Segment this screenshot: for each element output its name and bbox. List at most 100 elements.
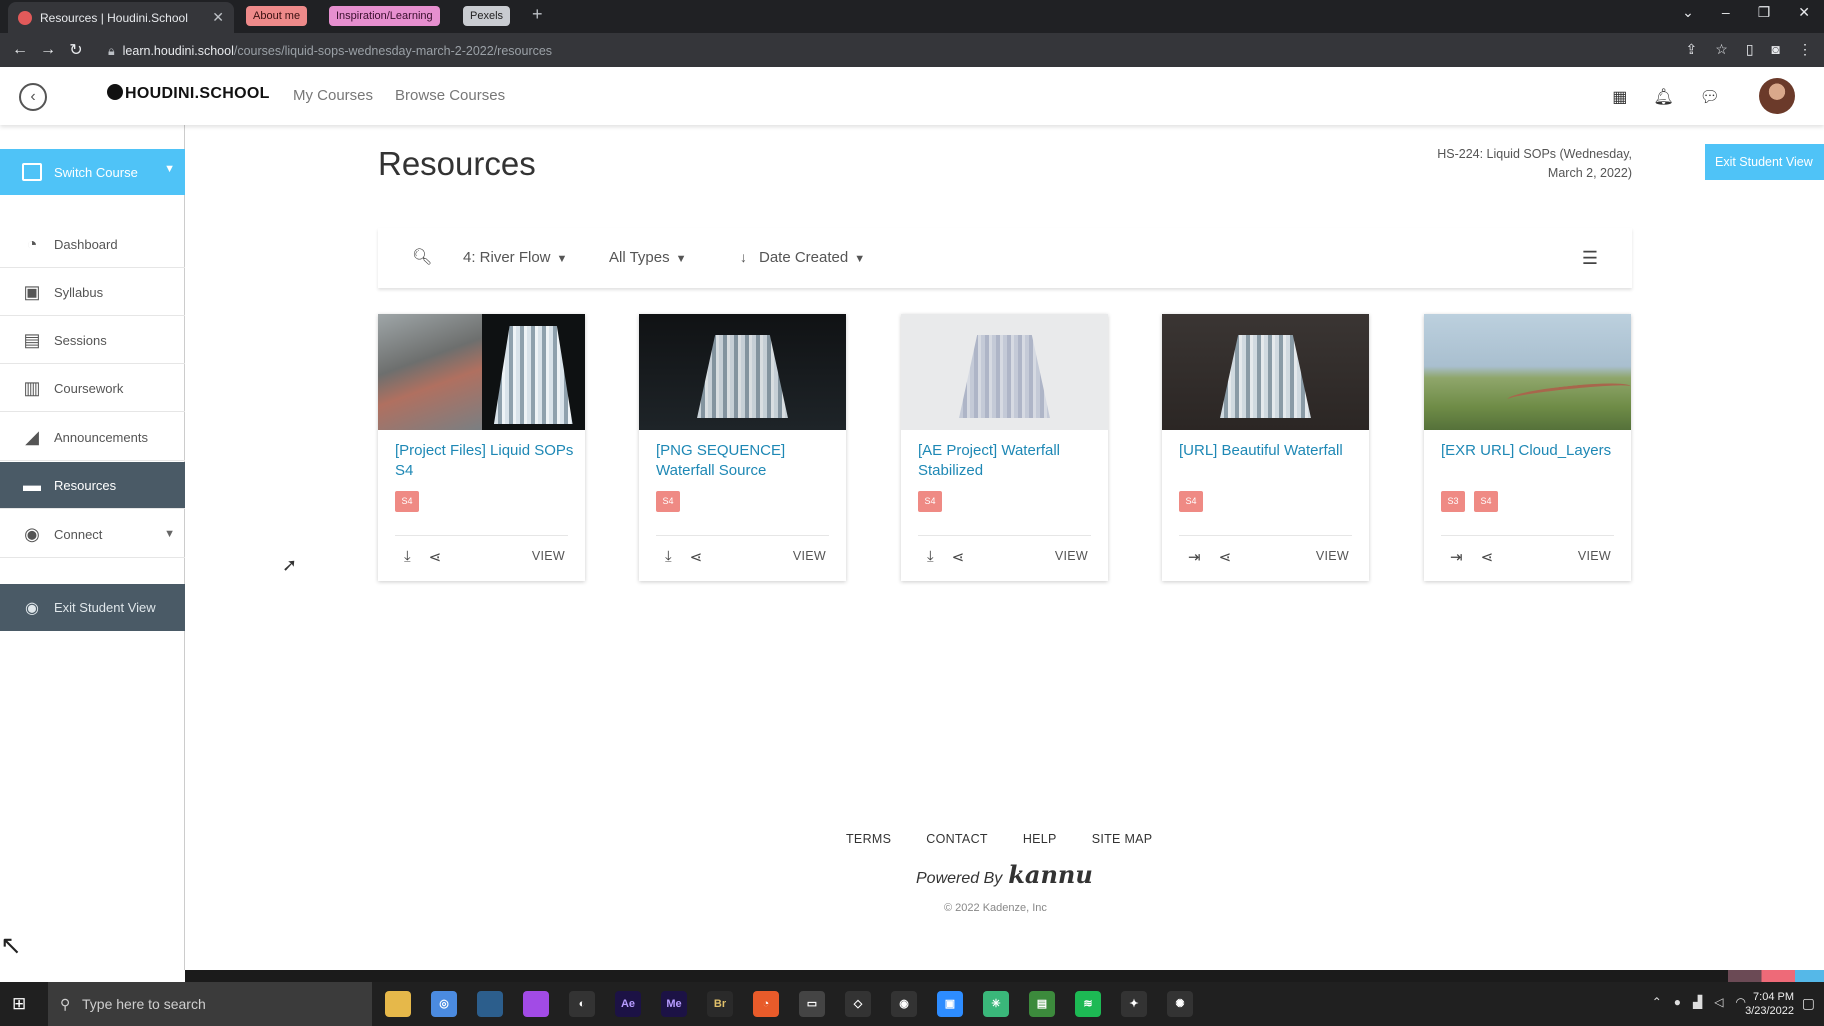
footer-link-help[interactable]: HELP xyxy=(1023,832,1057,846)
media-encoder-icon[interactable]: Me xyxy=(661,991,687,1017)
monitor-icon[interactable]: ▭ xyxy=(799,991,825,1017)
after-effects-icon[interactable]: Ae xyxy=(615,991,641,1017)
tab-search-icon[interactable]: ⌄ xyxy=(1682,4,1694,21)
forward-arrow-icon[interactable]: → xyxy=(34,41,62,59)
sort-filter[interactable]: ↓ Date Created ▼ xyxy=(740,249,865,266)
back-circle-icon[interactable]: ‹ xyxy=(19,83,47,111)
browser-menu-icon[interactable]: ⋮ xyxy=(1798,41,1812,58)
extension-icon[interactable]: ◙ xyxy=(1772,41,1780,58)
view-button[interactable]: VIEW xyxy=(1055,549,1088,563)
river-flow-filter[interactable]: 4: River Flow ▼ xyxy=(463,249,567,266)
footer-link-sitemap[interactable]: SITE MAP xyxy=(1092,832,1153,846)
nav-browse-courses[interactable]: Browse Courses xyxy=(395,87,505,104)
open-link-icon[interactable]: ⇥ xyxy=(1188,548,1201,566)
types-filter[interactable]: All Types ▼ xyxy=(609,249,686,266)
sidebar-item-sessions[interactable]: ▤ Sessions xyxy=(0,317,185,364)
minimize-icon[interactable]: – xyxy=(1722,4,1730,21)
zoom-icon[interactable]: ▣ xyxy=(937,991,963,1017)
resource-title[interactable]: [AE Project] Waterfall Stabilized xyxy=(918,441,1098,481)
share-icon[interactable]: ⋖ xyxy=(1481,548,1494,566)
tray-chevron-icon[interactable]: ⌃ xyxy=(1652,995,1662,1009)
resource-card[interactable]: [PNG SEQUENCE] Waterfall Source S4 ⤓ ⋖ V… xyxy=(639,314,846,581)
affinity-icon[interactable] xyxy=(523,991,549,1017)
share-icon[interactable]: ⋖ xyxy=(952,548,965,566)
download-icon[interactable]: ⤓ xyxy=(665,548,672,566)
resource-card[interactable]: [Project Files] Liquid SOPs S4 S4 ⤓ ⋖ VI… xyxy=(378,314,585,581)
notifications-icon[interactable]: ▢ xyxy=(1802,995,1815,1012)
davinci-icon[interactable]: ◐ xyxy=(569,991,595,1017)
view-button[interactable]: VIEW xyxy=(532,549,565,563)
spotify-icon[interactable]: ≋ xyxy=(1075,991,1101,1017)
resource-card[interactable]: [URL] Beautiful Waterfall S4 ⇥ ⋖ VIEW xyxy=(1162,314,1369,581)
view-button[interactable]: VIEW xyxy=(1578,549,1611,563)
sidebar-item-dashboard[interactable]: ◔ Dashboard xyxy=(0,221,185,268)
taskbar-search[interactable]: ⚲ Type here to search xyxy=(48,982,372,1026)
sidebar-item-coursework[interactable]: ▥ Coursework xyxy=(0,365,185,412)
resource-title[interactable]: [EXR URL] Cloud_Layers xyxy=(1441,441,1621,461)
houdini-icon[interactable]: ◔ xyxy=(753,991,779,1017)
bookmark-star-icon[interactable]: ☆ xyxy=(1715,41,1728,58)
footer-link-contact[interactable]: CONTACT xyxy=(926,832,988,846)
exit-student-view-sidebar-button[interactable]: ◉ Exit Student View xyxy=(0,584,185,631)
search-icon[interactable]: 🔍︎ xyxy=(412,247,432,267)
browser-tab-resources[interactable]: Resources | Houdini.School ✕ xyxy=(8,2,234,33)
calendar-icon[interactable]: ▦ xyxy=(1612,87,1627,107)
exit-student-view-button[interactable]: Exit Student View xyxy=(1705,144,1824,180)
notepad-icon[interactable]: ▤ xyxy=(1029,991,1055,1017)
url-field[interactable]: 🔒︎ learn.houdini.school/courses/liquid-so… xyxy=(108,40,1648,62)
restore-icon[interactable]: ❐ xyxy=(1758,4,1771,21)
share-icon[interactable]: ⋖ xyxy=(429,548,442,566)
nav-my-courses[interactable]: My Courses xyxy=(293,87,373,104)
bridge-icon[interactable]: Br xyxy=(707,991,733,1017)
app-icon[interactable] xyxy=(477,991,503,1017)
share-icon[interactable]: ⋖ xyxy=(1219,548,1232,566)
microphone-icon[interactable]: ● xyxy=(1674,995,1681,1009)
network-icon[interactable]: ▟ xyxy=(1693,995,1702,1009)
open-link-icon[interactable]: ⇥ xyxy=(1450,548,1463,566)
share-page-icon[interactable]: ⇪ xyxy=(1686,41,1698,58)
resource-thumbnail[interactable] xyxy=(1424,314,1631,430)
file-explorer-icon[interactable] xyxy=(385,991,411,1017)
close-tab-icon[interactable]: ✕ xyxy=(212,9,224,26)
reload-icon[interactable]: ↻ xyxy=(62,40,90,60)
tab-group-about-me[interactable]: About me xyxy=(246,6,308,26)
close-window-icon[interactable]: ✕ xyxy=(1798,4,1810,21)
aperture-icon[interactable]: ✺ xyxy=(1167,991,1193,1017)
resource-card[interactable]: [AE Project] Waterfall Stabilized S4 ⤓ ⋖… xyxy=(901,314,1108,581)
sidebar-item-syllabus[interactable]: ▣ Syllabus xyxy=(0,269,185,316)
tab-group-pexels[interactable]: Pexels xyxy=(463,6,511,26)
bell-icon[interactable]: 🔔︎ xyxy=(1653,87,1673,107)
share-icon[interactable]: ⋖ xyxy=(690,548,703,566)
sidebar-item-resources[interactable]: ▬ Resources xyxy=(0,462,185,509)
download-icon[interactable]: ⤓ xyxy=(404,548,411,566)
back-arrow-icon[interactable]: ← xyxy=(6,41,34,59)
resource-thumbnail[interactable] xyxy=(639,314,846,430)
footer-link-terms[interactable]: TERMS xyxy=(846,832,891,846)
resource-thumbnail[interactable] xyxy=(1162,314,1369,430)
resource-thumbnail[interactable] xyxy=(378,314,585,430)
list-view-icon[interactable]: ☰ xyxy=(1582,248,1598,269)
tab-group-inspiration[interactable]: Inspiration/Learning xyxy=(329,6,440,26)
side-panel-icon[interactable]: ▯ xyxy=(1746,41,1754,58)
chrome-icon[interactable]: ◎ xyxy=(431,991,457,1017)
app-icon[interactable]: ✦ xyxy=(1121,991,1147,1017)
windows-start-icon[interactable]: ⊞ xyxy=(12,994,26,1014)
slack-icon[interactable]: ✳ xyxy=(983,991,1009,1017)
resource-thumbnail[interactable] xyxy=(901,314,1108,430)
sidebar-item-connect[interactable]: ◉ Connect ▼ xyxy=(0,511,185,558)
chat-icon[interactable]: 💬︎ xyxy=(1700,87,1720,107)
webcam-icon[interactable]: ◉ xyxy=(891,991,917,1017)
resource-title[interactable]: [URL] Beautiful Waterfall xyxy=(1179,441,1359,461)
volume-icon[interactable]: ◁ xyxy=(1714,995,1723,1009)
switch-course-button[interactable]: Switch Course ▼ xyxy=(0,149,185,195)
houdini-school-logo[interactable]: HOUDINI.SCHOOL xyxy=(107,84,270,103)
sidebar-item-announcements[interactable]: ◢ Announcements xyxy=(0,414,185,461)
new-tab-icon[interactable]: + xyxy=(532,4,543,25)
kannu-logo[interactable]: kannu xyxy=(1008,860,1093,889)
download-icon[interactable]: ⤓ xyxy=(927,548,934,566)
avatar[interactable] xyxy=(1759,78,1795,114)
resource-card[interactable]: [EXR URL] Cloud_Layers S3 S4 ⇥ ⋖ VIEW xyxy=(1424,314,1631,581)
resource-title[interactable]: [Project Files] Liquid SOPs S4 xyxy=(395,441,575,481)
view-button[interactable]: VIEW xyxy=(1316,549,1349,563)
view-button[interactable]: VIEW xyxy=(793,549,826,563)
